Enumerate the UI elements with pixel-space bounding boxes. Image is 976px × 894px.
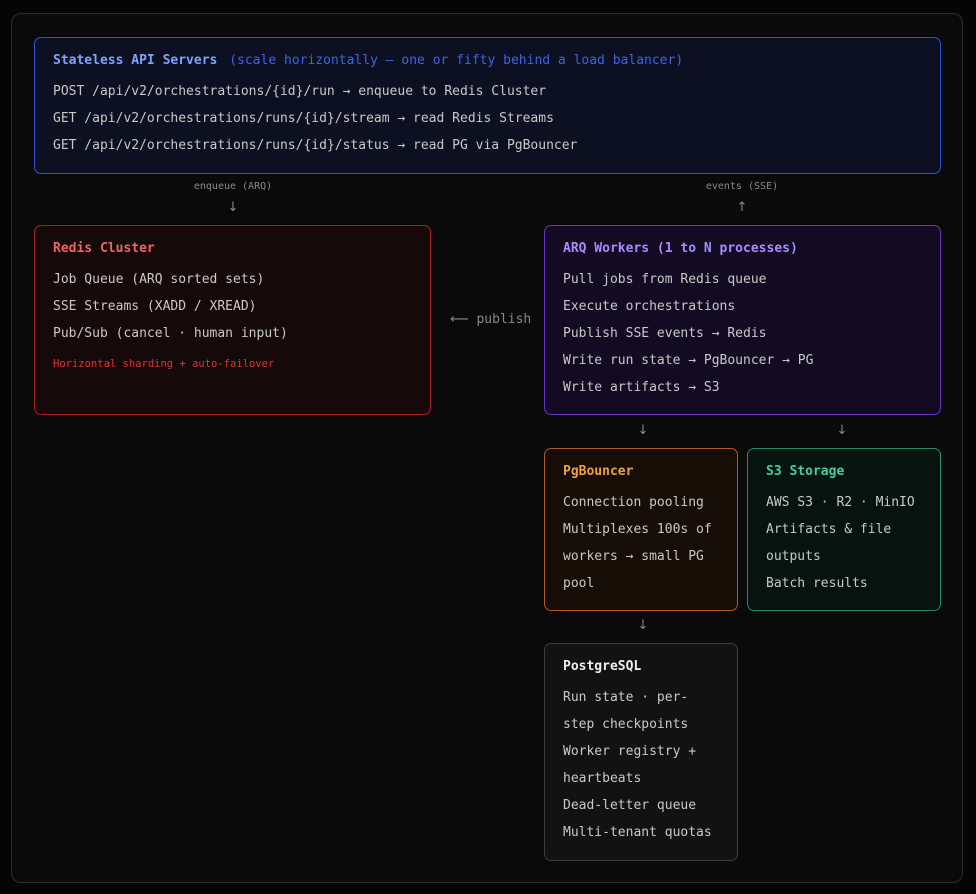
redis-sharding-note: Horizontal sharding + auto-failover — [53, 358, 275, 370]
redis-cluster-title: Redis Cluster — [53, 241, 155, 256]
api-servers-title: Stateless API Servers (scale horizontall… — [53, 52, 922, 70]
api-servers-box: Stateless API Servers (scale horizontall… — [34, 37, 941, 174]
pgbouncer-line-multiplex: Multiplexes 100s of workers → small PG p… — [563, 522, 712, 591]
api-servers-subtitle: (scale horizontally — one or fifty behin… — [229, 53, 684, 68]
s3-storage-title: S3 Storage — [766, 464, 845, 479]
workers-to-pgbouncer-arrow-icon: ↓ — [637, 423, 649, 438]
workers-line-publish: Publish SSE events → Redis — [563, 326, 767, 341]
api-endpoint-run: POST /api/v2/orchestrations/{id}/run → e… — [53, 84, 547, 99]
arq-workers-title: ARQ Workers (1 to N processes) — [563, 241, 798, 256]
events-up-arrow-icon: ↑ — [736, 200, 748, 215]
events-edge-label: events (SSE) — [705, 181, 779, 192]
pgbouncer-title: PgBouncer — [563, 464, 634, 479]
postgres-line-quotas: Multi-tenant quotas — [563, 825, 712, 840]
redis-line-pubsub: Pub/Sub (cancel · human input) — [53, 326, 288, 341]
redis-line-sse-streams: SSE Streams (XADD / XREAD) — [53, 299, 257, 314]
redis-line-job-queue: Job Queue (ARQ sorted sets) — [53, 272, 265, 287]
postgresql-title: PostgreSQL — [563, 659, 642, 674]
api-endpoint-stream: GET /api/v2/orchestrations/runs/{id}/str… — [53, 111, 554, 126]
api-servers-title-text: Stateless API Servers — [53, 53, 218, 68]
s3-line-artifacts: Artifacts & file outputs — [766, 522, 892, 564]
api-endpoint-status: GET /api/v2/orchestrations/runs/{id}/sta… — [53, 138, 578, 153]
workers-line-pull: Pull jobs from Redis queue — [563, 272, 767, 287]
workers-to-s3-arrow-icon: ↓ — [836, 423, 848, 438]
pgbouncer-box: PgBouncer Connection pooling Multiplexes… — [544, 448, 738, 611]
workers-line-artifacts: Write artifacts → S3 — [563, 380, 720, 395]
postgres-line-dead-letter: Dead-letter queue — [563, 798, 697, 813]
enqueue-edge-label: enqueue (ARQ) — [193, 181, 273, 192]
postgres-line-run-state: Run state · per-step checkpoints — [563, 690, 689, 732]
enqueue-down-arrow-icon: ↓ — [227, 200, 239, 215]
publish-edge-label: publish — [476, 312, 532, 327]
arq-workers-box: ARQ Workers (1 to N processes) Pull jobs… — [544, 225, 941, 415]
publish-left-arrow-icon: ⟵ — [450, 312, 469, 327]
s3-line-batch: Batch results — [766, 576, 868, 591]
pgbouncer-line-pooling: Connection pooling — [563, 495, 704, 510]
postgresql-box: PostgreSQL Run state · per-step checkpoi… — [544, 643, 738, 861]
s3-line-providers: AWS S3 · R2 · MinIO — [766, 495, 915, 510]
s3-storage-box: S3 Storage AWS S3 · R2 · MinIO Artifacts… — [747, 448, 941, 611]
workers-line-execute: Execute orchestrations — [563, 299, 736, 314]
publish-edge: ⟵ publish — [450, 312, 531, 328]
workers-line-run-state: Write run state → PgBouncer → PG — [563, 353, 814, 368]
postgres-line-registry: Worker registry + heartbeats — [563, 744, 697, 786]
redis-cluster-box: Redis Cluster Job Queue (ARQ sorted sets… — [34, 225, 431, 415]
pgbouncer-to-postgres-arrow-icon: ↓ — [637, 618, 649, 633]
